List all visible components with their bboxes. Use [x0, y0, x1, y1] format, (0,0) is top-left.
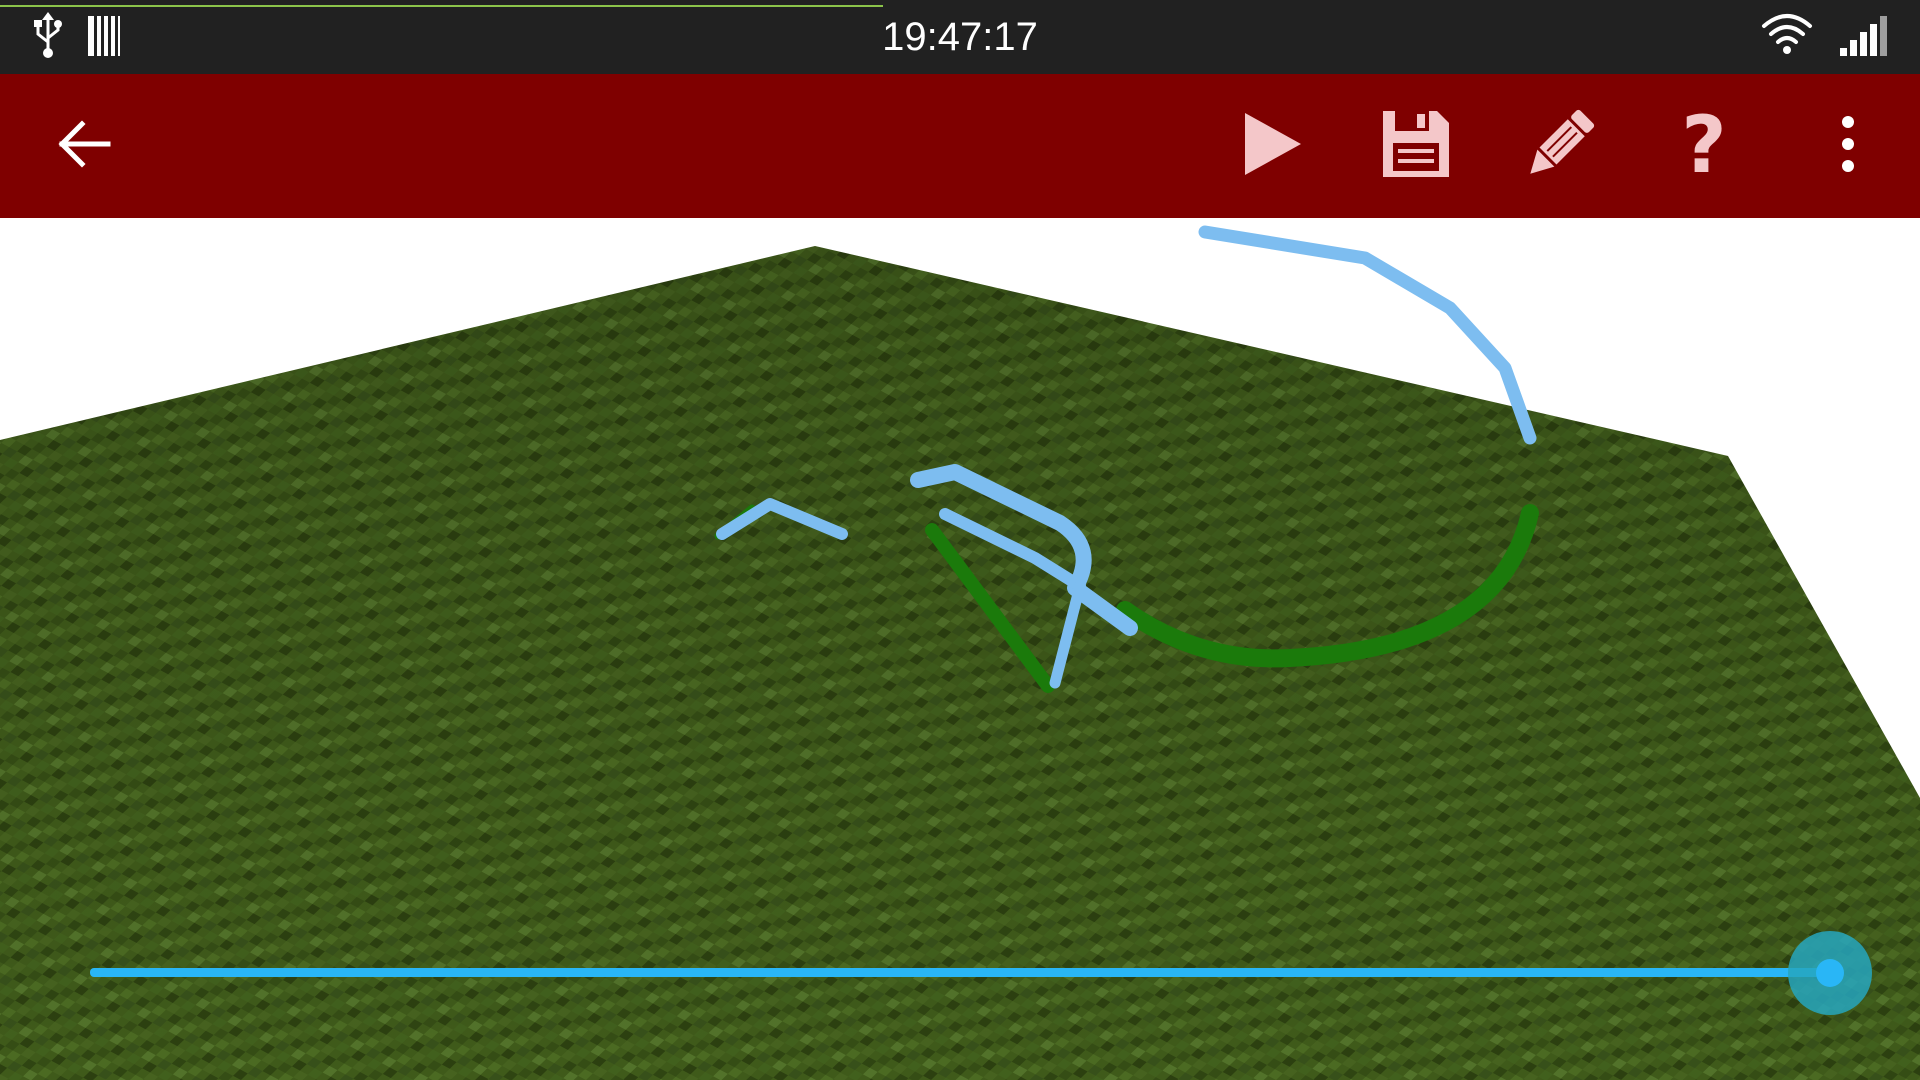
slider-thumb[interactable]	[1816, 959, 1844, 987]
save-icon	[1381, 109, 1451, 183]
save-button[interactable]	[1344, 74, 1488, 218]
help-icon: ?	[1681, 101, 1727, 191]
pencil-icon	[1520, 104, 1600, 188]
signal-icon	[1838, 14, 1890, 62]
status-bar: 19:47:17	[0, 0, 1920, 74]
help-button[interactable]: ?	[1632, 74, 1776, 218]
timeline-slider[interactable]	[90, 931, 1872, 1015]
status-time: 19:47:17	[882, 15, 1038, 59]
slider-track[interactable]	[90, 968, 1830, 977]
play-icon	[1237, 109, 1307, 183]
edit-button[interactable]	[1488, 74, 1632, 218]
app-toolbar: ?	[0, 74, 1920, 218]
back-arrow-icon	[54, 114, 114, 178]
more-vert-icon	[1838, 114, 1858, 178]
wifi-icon	[1760, 12, 1814, 60]
more-options-button[interactable]	[1776, 74, 1920, 218]
play-button[interactable]	[1200, 74, 1344, 218]
back-button[interactable]	[12, 74, 156, 218]
